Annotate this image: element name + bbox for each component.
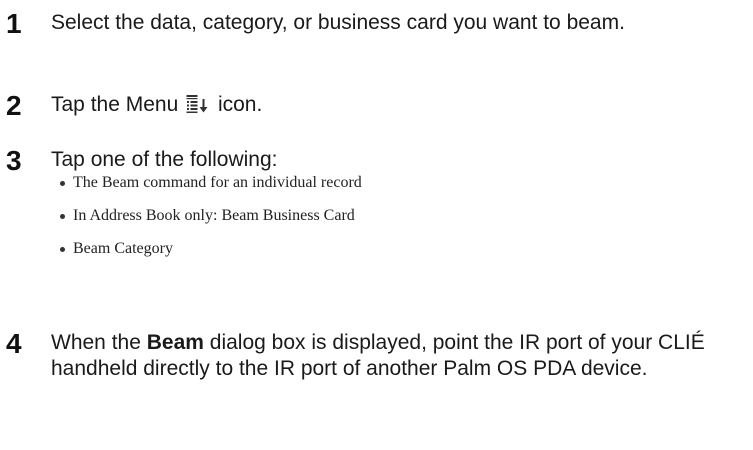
step-text: Tap the Menu icon. <box>51 92 741 118</box>
step-text: Select the data, category, or business c… <box>51 11 625 34</box>
menu-icon <box>186 94 210 114</box>
list-item: Beam Category <box>59 239 362 259</box>
step-text-before-icon: Tap the Menu <box>51 93 179 116</box>
list-item: The Beam command for an individual recor… <box>59 173 362 193</box>
step-number: 2 <box>6 90 22 121</box>
option-list: The Beam command for an individual recor… <box>59 173 362 272</box>
step-number: 1 <box>6 8 22 39</box>
list-item: In Address Book only: Beam Business Card <box>59 206 362 226</box>
step-number: 3 <box>6 145 22 176</box>
step-text-after-icon: icon. <box>217 93 263 116</box>
instruction-page: 1 Select the data, category, or business… <box>0 0 753 450</box>
step-text: Tap one of the following: <box>51 148 278 171</box>
step-text-before-bold: When the <box>51 331 141 354</box>
step-text: When the Beam dialog box is displayed, p… <box>51 330 741 382</box>
step-number: 4 <box>6 328 22 359</box>
dialog-name: Beam <box>146 331 204 354</box>
